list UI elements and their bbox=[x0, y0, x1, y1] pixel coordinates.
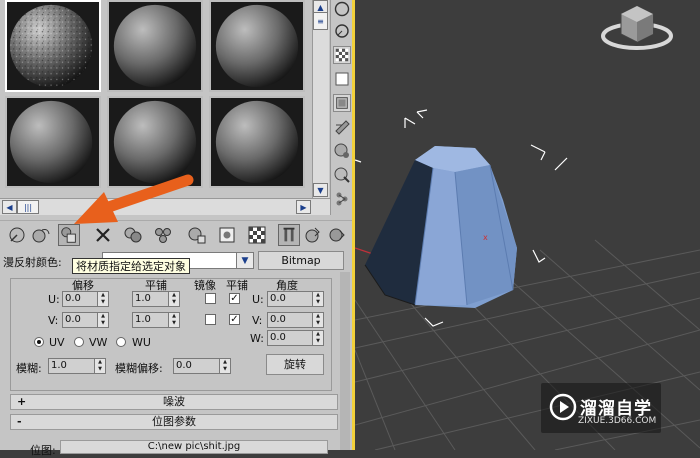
bitmap-params-rollout-header[interactable]: - 位图参数 bbox=[10, 414, 338, 430]
svg-text:x: x bbox=[483, 233, 488, 242]
backlight-icon[interactable] bbox=[333, 22, 351, 40]
tile-header: 平铺 bbox=[226, 279, 248, 292]
video-color-check-icon[interactable] bbox=[333, 94, 351, 112]
u-angle-label: U: bbox=[252, 293, 264, 306]
blur-spinner[interactable]: 1.0 ▲ ▼ bbox=[48, 358, 106, 374]
u-tiling-value[interactable]: 1.0 bbox=[133, 292, 169, 306]
spinner-arrows-icon[interactable]: ▲ ▼ bbox=[312, 313, 323, 327]
get-material-icon[interactable] bbox=[6, 224, 28, 246]
scroll-right-icon[interactable]: ▶ bbox=[296, 200, 311, 214]
logo-icon bbox=[549, 393, 577, 421]
wu-radio[interactable] bbox=[116, 337, 126, 347]
v-angle-label: V: bbox=[252, 314, 263, 327]
v-offset-value[interactable]: 0.0 bbox=[63, 313, 98, 327]
scroll-down-icon[interactable]: ▼ bbox=[313, 183, 328, 197]
sphere-preview bbox=[113, 4, 197, 88]
slots-vertical-scrollbar[interactable]: ▲ ≡ ▼ bbox=[312, 0, 329, 198]
material-slot-1[interactable] bbox=[5, 0, 101, 92]
viewcube-icon bbox=[601, 5, 673, 50]
bitmap-path-label: 位图: bbox=[30, 444, 56, 457]
vw-radio-label: VW bbox=[89, 336, 108, 349]
u-label: U: bbox=[48, 293, 60, 306]
select-by-material-icon[interactable] bbox=[333, 166, 351, 184]
chevron-down-icon[interactable]: ▼ bbox=[236, 252, 254, 269]
show-map-icon[interactable] bbox=[246, 224, 268, 246]
spinner-arrows-icon[interactable]: ▲ ▼ bbox=[94, 359, 105, 373]
assign-material-tooltip: 将材质指定给选定对象 bbox=[72, 258, 190, 274]
u-angle-spinner[interactable]: 0.0 ▲ ▼ bbox=[267, 291, 324, 307]
u-tile-checkbox[interactable]: ✓ bbox=[229, 293, 240, 304]
bitmap-path-button[interactable]: C:\new pic\shit.jpg bbox=[60, 440, 328, 454]
u-mirror-checkbox[interactable] bbox=[205, 293, 216, 304]
v-tiling-spinner[interactable]: 1.0 ▲ ▼ bbox=[132, 312, 180, 328]
noise-rollout-header[interactable]: + 噪波 bbox=[10, 394, 338, 410]
blur-offset-spinner[interactable]: 0.0 ▲ ▼ bbox=[173, 358, 231, 374]
v-offset-spinner[interactable]: 0.0 ▲ ▼ bbox=[62, 312, 109, 328]
diffuse-color-label: 漫反射颜色: bbox=[3, 256, 62, 269]
v-angle-spinner[interactable]: 0.0 ▲ ▼ bbox=[267, 312, 324, 328]
side-toolbar bbox=[330, 0, 353, 215]
watermark-url: ZIXUE.3D66.COM bbox=[578, 416, 657, 426]
blur-value[interactable]: 1.0 bbox=[49, 359, 95, 373]
rotate-button[interactable]: 旋转 bbox=[266, 354, 324, 375]
w-angle-spinner[interactable]: 0.0 ▲ ▼ bbox=[267, 330, 324, 346]
wu-radio-label: WU bbox=[132, 336, 151, 349]
mirror-header: 镜像 bbox=[194, 279, 216, 292]
material-slot-6[interactable] bbox=[209, 96, 305, 188]
noise-rollout-title: 噪波 bbox=[163, 395, 185, 408]
sample-type-icon[interactable] bbox=[333, 0, 351, 18]
material-navigator-icon[interactable] bbox=[333, 190, 351, 208]
sphere-preview bbox=[215, 4, 299, 88]
vw-radio[interactable] bbox=[74, 337, 84, 347]
spinner-arrows-icon[interactable]: ▲ ▼ bbox=[97, 292, 108, 306]
bitmap-params-rollout-title: 位图参数 bbox=[152, 415, 196, 428]
u-offset-spinner[interactable]: 0.0 ▲ ▼ bbox=[62, 291, 109, 307]
uv-radio-label: UV bbox=[49, 336, 65, 349]
make-preview-icon[interactable] bbox=[333, 118, 351, 136]
blur-offset-label: 模糊偏移: bbox=[115, 362, 163, 375]
w-angle-value[interactable]: 0.0 bbox=[268, 331, 313, 345]
spinner-arrows-icon[interactable]: ▲ ▼ bbox=[168, 313, 179, 327]
spinner-arrows-icon[interactable]: ▲ ▼ bbox=[168, 292, 179, 306]
v-tile-checkbox[interactable]: ✓ bbox=[229, 314, 240, 325]
scroll-thumb[interactable]: ||| bbox=[17, 200, 39, 214]
textured-sphere-preview bbox=[9, 4, 93, 88]
v-label: V: bbox=[48, 314, 59, 327]
options-icon[interactable] bbox=[333, 142, 351, 160]
sphere-preview bbox=[215, 100, 299, 184]
v-angle-value[interactable]: 0.0 bbox=[268, 313, 313, 327]
background-icon[interactable] bbox=[333, 46, 351, 64]
go-to-parent-icon[interactable] bbox=[302, 224, 324, 246]
spinner-arrows-icon[interactable]: ▲ ▼ bbox=[219, 359, 230, 373]
blur-offset-value[interactable]: 0.0 bbox=[174, 359, 220, 373]
u-angle-value[interactable]: 0.0 bbox=[268, 292, 313, 306]
uv-tiling-icon[interactable] bbox=[333, 70, 351, 88]
material-slot-2[interactable] bbox=[107, 0, 203, 92]
u-offset-value[interactable]: 0.0 bbox=[63, 292, 98, 306]
spinner-arrows-icon[interactable]: ▲ ▼ bbox=[312, 331, 323, 345]
highlight-arrow-icon bbox=[74, 174, 194, 224]
u-tiling-spinner[interactable]: 1.0 ▲ ▼ bbox=[132, 291, 180, 307]
material-id-icon[interactable] bbox=[216, 224, 238, 246]
w-angle-label: W: bbox=[250, 332, 264, 345]
go-forward-sibling-icon[interactable] bbox=[326, 224, 348, 246]
scroll-thumb[interactable]: ≡ bbox=[313, 12, 328, 30]
uv-radio[interactable] bbox=[34, 337, 44, 347]
spinner-arrows-icon[interactable]: ▲ ▼ bbox=[97, 313, 108, 327]
v-mirror-checkbox[interactable] bbox=[205, 314, 216, 325]
map-type-button[interactable]: Bitmap bbox=[258, 251, 344, 270]
material-slot-3[interactable] bbox=[209, 0, 305, 92]
blur-label: 模糊: bbox=[16, 362, 42, 375]
panel-scrollbar[interactable] bbox=[340, 272, 350, 450]
show-end-result-icon[interactable] bbox=[278, 224, 300, 246]
scroll-left-icon[interactable]: ◀ bbox=[2, 200, 17, 214]
spinner-arrows-icon[interactable]: ▲ ▼ bbox=[312, 292, 323, 306]
v-tiling-value[interactable]: 1.0 bbox=[133, 313, 169, 327]
put-to-scene-icon[interactable] bbox=[30, 224, 52, 246]
